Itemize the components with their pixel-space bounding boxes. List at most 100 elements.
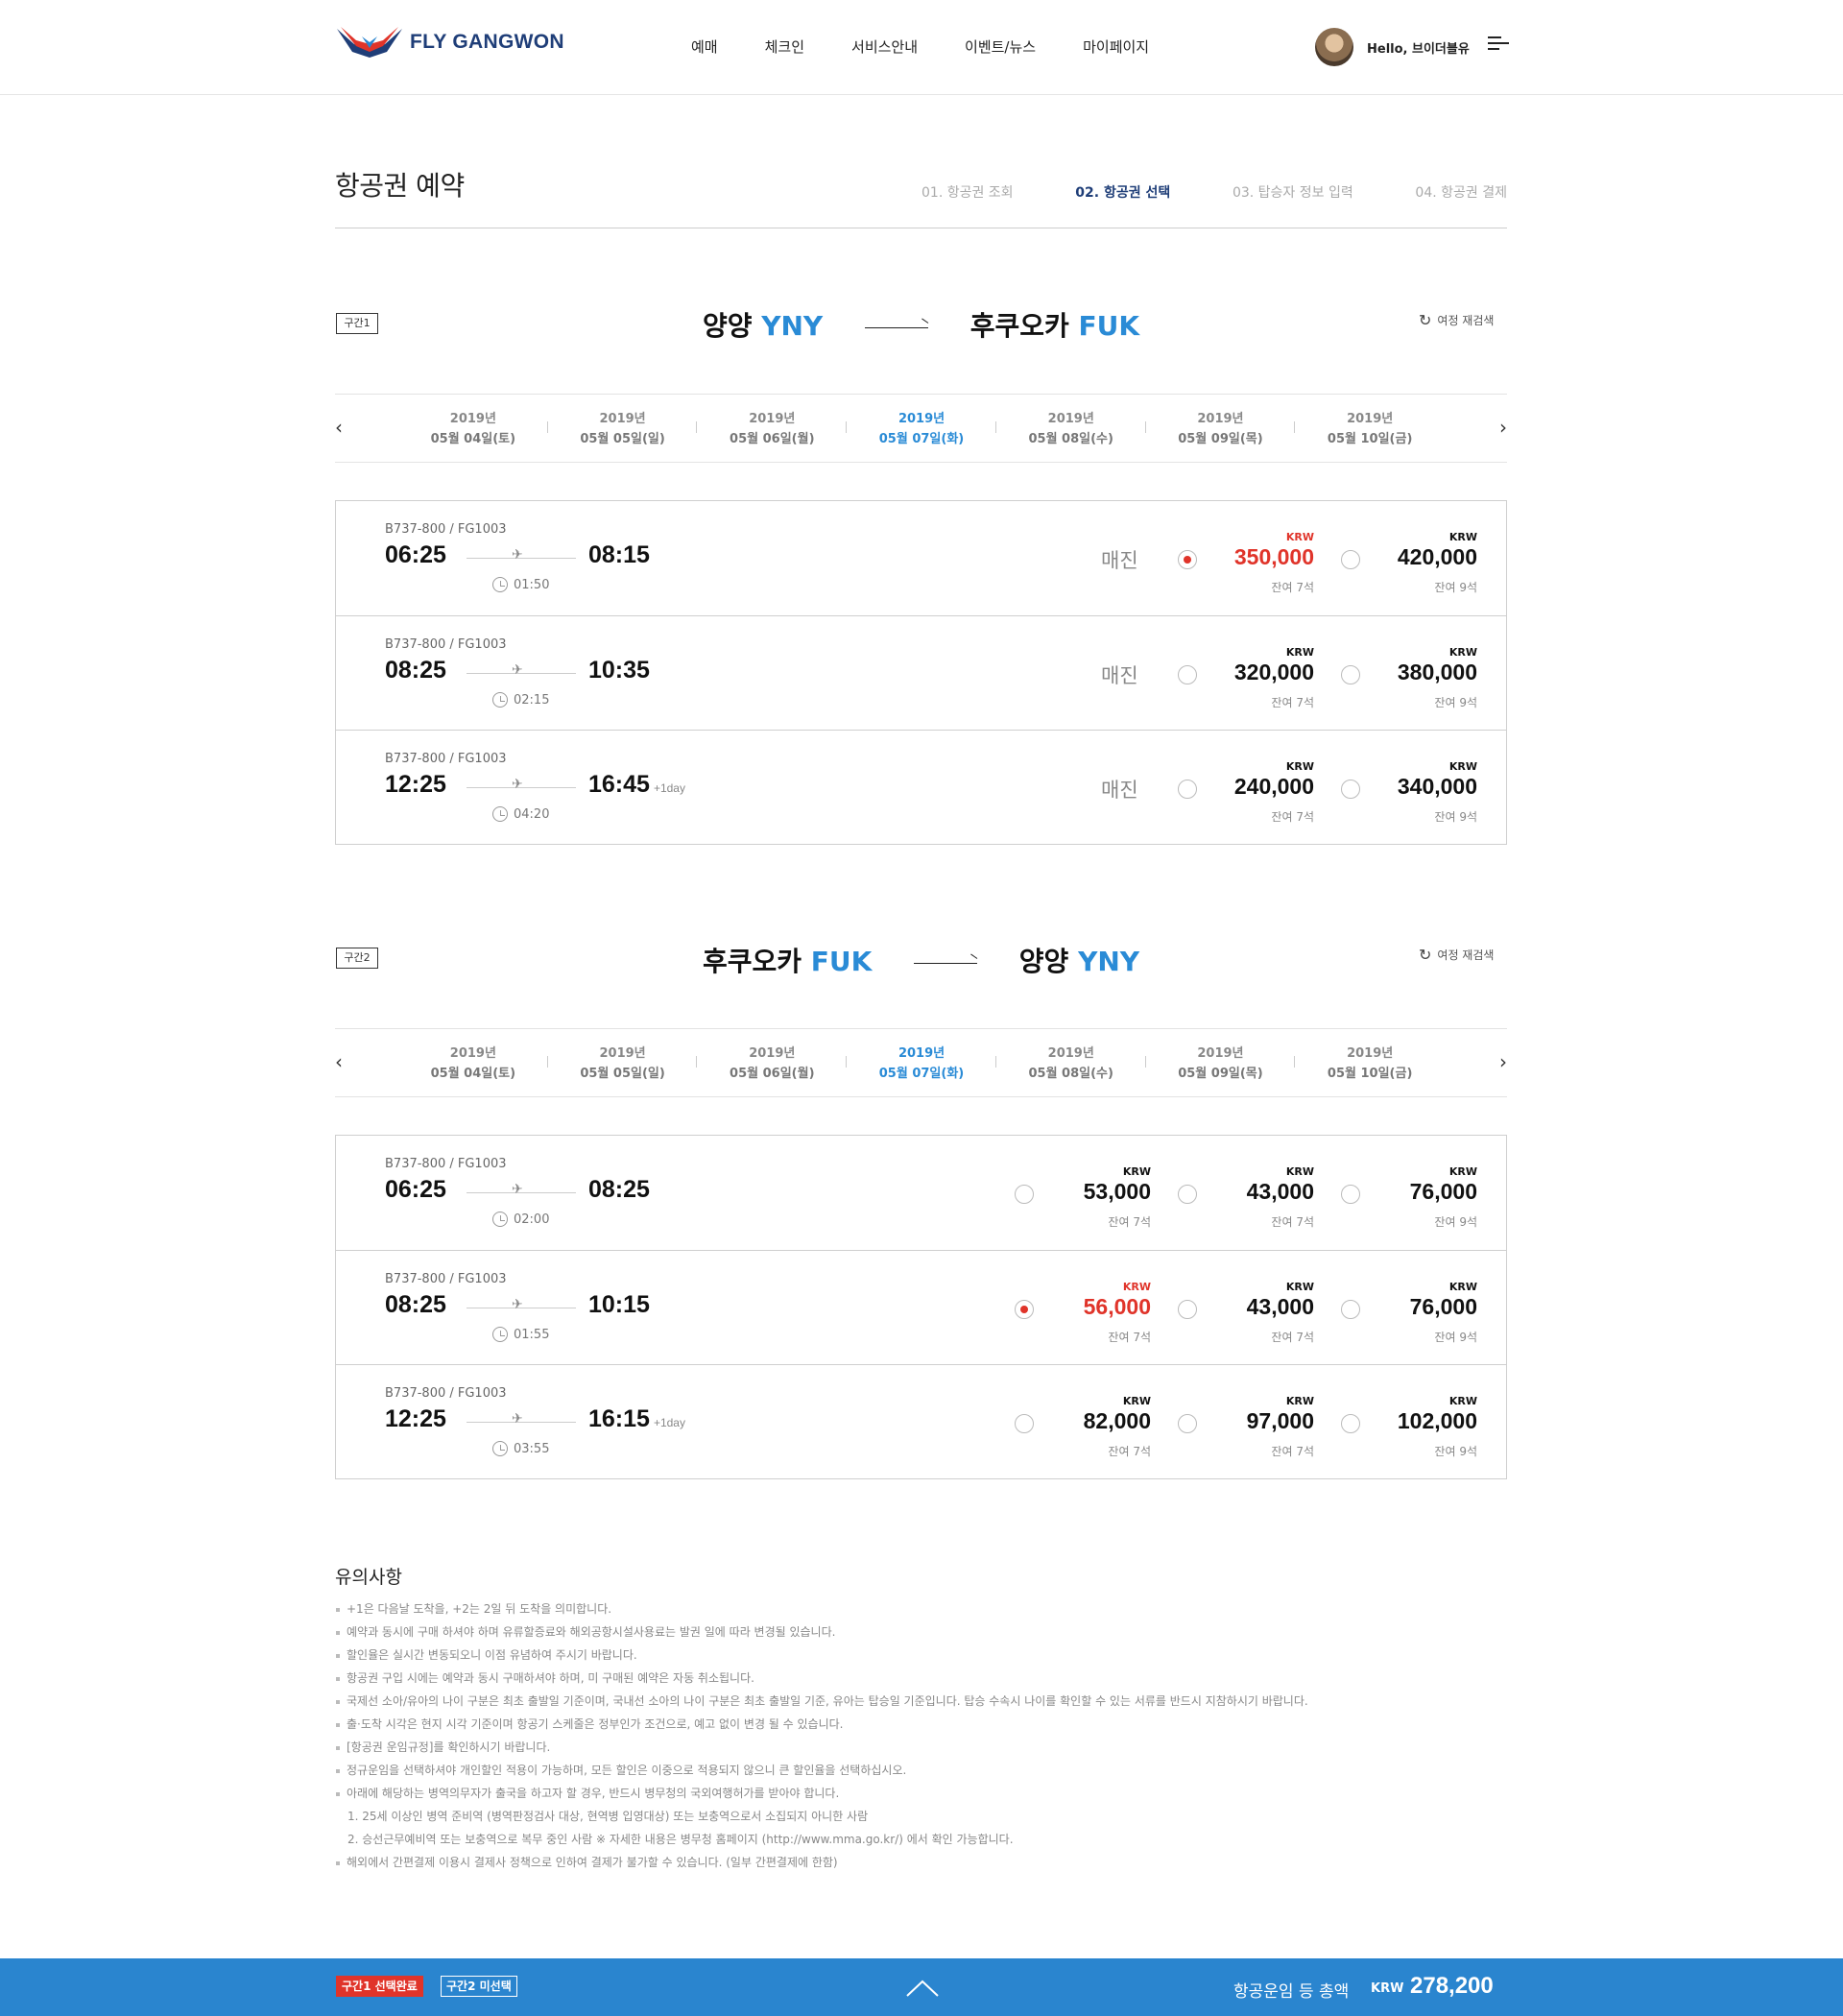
prev-date-chevron-icon[interactable]: ‹ [335, 416, 343, 439]
date-option[interactable]: 2019년 05월 04일(토) [398, 1029, 548, 1098]
fare-radio[interactable] [1341, 1300, 1360, 1319]
fare-option[interactable]: KRW 76,000 잔여 9석 [1341, 1136, 1485, 1250]
fare-option[interactable]: KRW 340,000 잔여 9석 [1341, 731, 1485, 845]
fare-radio[interactable] [1015, 1414, 1034, 1433]
fare-option[interactable]: KRW 102,000 잔여 9석 [1341, 1365, 1485, 1479]
fare-currency: KRW [1285, 760, 1314, 773]
fare-radio[interactable] [1341, 1414, 1360, 1433]
fare-currency: KRW [1285, 1165, 1314, 1178]
date-option[interactable]: 2019년 05월 10일(금) [1295, 395, 1445, 464]
fare-price: 340,000 [1397, 774, 1477, 799]
logo[interactable]: FLY GANGWON [335, 23, 564, 61]
seats-remaining: 잔여 7석 [1271, 1331, 1314, 1344]
fare-currency: KRW [1122, 1165, 1151, 1178]
date-option[interactable]: 2019년 05월 08일(수) [996, 1029, 1146, 1098]
step-select: 02. 항공권 선택 [1075, 185, 1171, 201]
arrival-time: 08:25 [588, 1176, 650, 1204]
date-option[interactable]: 2019년 05월 08일(수) [996, 395, 1146, 464]
soldout-label: 매진 [1101, 779, 1138, 802]
booking-steps: 01. 항공권 조회 02. 항공권 선택 03. 탑승자 정보 입력 04. … [922, 182, 1507, 202]
date-option[interactable]: 2019년 05월 09일(목) [1146, 395, 1296, 464]
avatar[interactable] [1315, 28, 1353, 66]
nav-item-services[interactable]: 서비스안내 [851, 36, 918, 57]
fare-radio[interactable] [1341, 780, 1360, 799]
date-option[interactable]: 2019년 05월 06일(월) [697, 395, 848, 464]
wing-logo-icon [337, 27, 402, 58]
date-option[interactable]: 2019년 05월 05일(일) [548, 395, 698, 464]
segment2-route: 후쿠오카 FUK 양양 YNY [335, 941, 1507, 979]
fare-radio[interactable] [1341, 1185, 1360, 1204]
main-nav: 예매 체크인 서비스안내 이벤트/뉴스 마이페이지 [691, 36, 1196, 57]
seats-remaining: 잔여 7석 [1108, 1215, 1151, 1229]
hamburger-menu-icon[interactable] [1488, 36, 1509, 56]
fare-radio[interactable] [1015, 1300, 1034, 1319]
fare-option[interactable]: KRW 43,000 잔여 7석 [1178, 1251, 1322, 1365]
fare-option[interactable]: KRW 43,000 잔여 7석 [1178, 1136, 1322, 1250]
date-option[interactable]: 2019년 05월 05일(일) [548, 1029, 698, 1098]
notice-item: 항공권 구입 시에는 예약과 동시 구매하셔야 하며, 미 구매된 예약은 자동… [335, 1667, 1507, 1690]
segment2-research-button[interactable]: ↻ 여정 재검색 [1419, 946, 1494, 964]
fare-price: 420,000 [1397, 544, 1477, 569]
logo-text: FLY GANGWON [410, 31, 564, 53]
nav-item-checkin[interactable]: 체크인 [765, 36, 804, 57]
flight-duration: 01:55 [492, 1327, 549, 1342]
date-option[interactable]: 2019년 05월 09일(목) [1146, 1029, 1296, 1098]
seats-remaining: 잔여 7석 [1271, 581, 1314, 594]
fare-option[interactable]: KRW 380,000 잔여 9석 [1341, 616, 1485, 731]
fare-radio[interactable] [1015, 1185, 1034, 1204]
date-day: 05월 08일(수) [1028, 1067, 1113, 1081]
arrival-time: 16:15 +1day [588, 1405, 685, 1433]
segment2-from-name: 후쿠오카 [702, 946, 802, 977]
fare-radio[interactable] [1178, 780, 1197, 799]
fare-currency: KRW [1448, 1165, 1477, 1178]
aircraft-info: B737-800 / FG1003 [385, 1272, 507, 1286]
nav-item-mypage[interactable]: 마이페이지 [1083, 36, 1149, 57]
nav-item-events[interactable]: 이벤트/뉴스 [965, 36, 1036, 57]
fare-option[interactable]: KRW 56,000 잔여 7석 [1015, 1251, 1159, 1365]
next-date-chevron-icon[interactable]: › [1499, 1050, 1507, 1073]
segment1-dates: 2019년 05월 04일(토) 2019년 05월 05일(일) 2019년 05월 0… [398, 395, 1445, 464]
date-day: 05월 09일(목) [1178, 1067, 1263, 1081]
fare-option[interactable]: KRW 420,000 잔여 9석 [1341, 501, 1485, 615]
segment2-status-badge: 구간2 미선택 [441, 1976, 517, 1997]
nav-item-booking[interactable]: 예매 [691, 36, 718, 57]
date-day: 05월 10일(금) [1327, 432, 1413, 446]
fare-radio[interactable] [1341, 665, 1360, 684]
fare-radio[interactable] [1178, 665, 1197, 684]
date-option[interactable]: 2019년 05월 07일(화) [847, 395, 996, 464]
seats-remaining: 잔여 9석 [1434, 810, 1477, 824]
aircraft-info: B737-800 / FG1003 [385, 1157, 507, 1171]
flight-row: B737-800 / FG1003 06:25 ✈ 08:25 02:00 KRW 53,0… [336, 1136, 1506, 1250]
departure-time: 08:25 [385, 1291, 446, 1318]
segment1-date-bar: ‹ 2019년 05월 04일(토) 2019년 05월 05일(일) 2019년 05월… [335, 394, 1507, 463]
date-option[interactable]: 2019년 05월 10일(금) [1295, 1029, 1445, 1098]
prev-date-chevron-icon[interactable]: ‹ [335, 1050, 343, 1073]
fare-radio[interactable] [1178, 1300, 1197, 1319]
segment1-research-button[interactable]: ↻ 여정 재검색 [1419, 311, 1494, 329]
fare-option[interactable]: KRW 320,000 잔여 7석 [1178, 616, 1322, 731]
notice-item: 예약과 동시에 구매 하셔야 하며 유류할증료와 해외공항시설사용료는 발권 일… [335, 1620, 1507, 1644]
fare-radio[interactable] [1341, 550, 1360, 569]
seats-remaining: 잔여 9석 [1434, 1331, 1477, 1344]
fare-option[interactable]: KRW 97,000 잔여 7석 [1178, 1365, 1322, 1479]
fare-option[interactable]: KRW 240,000 잔여 7석 [1178, 731, 1322, 845]
chevron-up-icon[interactable] [906, 1980, 939, 1997]
fare-radio[interactable] [1178, 1185, 1197, 1204]
date-year: 2019년 [749, 412, 796, 426]
next-date-chevron-icon[interactable]: › [1499, 416, 1507, 439]
fare-radio[interactable] [1178, 1414, 1197, 1433]
date-option[interactable]: 2019년 05월 04일(토) [398, 395, 548, 464]
duration-value: 02:15 [514, 692, 550, 708]
fare-price: 350,000 [1233, 544, 1314, 569]
date-option[interactable]: 2019년 05월 07일(화) [847, 1029, 996, 1098]
fare-radio[interactable] [1178, 550, 1197, 569]
notice-item: 해외에서 간편결제 이용시 결제사 정책으로 인하여 결제가 불가할 수 있습니… [335, 1851, 1507, 1874]
user-area[interactable]: Hello, 브이더블유 [1315, 28, 1470, 66]
date-option[interactable]: 2019년 05월 06일(월) [697, 1029, 848, 1098]
flight-duration: 02:00 [492, 1212, 549, 1227]
fare-option[interactable]: KRW 53,000 잔여 7석 [1015, 1136, 1159, 1250]
fare-option[interactable]: KRW 76,000 잔여 9석 [1341, 1251, 1485, 1365]
flight-duration: 02:15 [492, 692, 549, 708]
fare-option[interactable]: KRW 82,000 잔여 7석 [1015, 1365, 1159, 1479]
fare-option[interactable]: KRW 350,000 잔여 7석 [1178, 501, 1322, 615]
